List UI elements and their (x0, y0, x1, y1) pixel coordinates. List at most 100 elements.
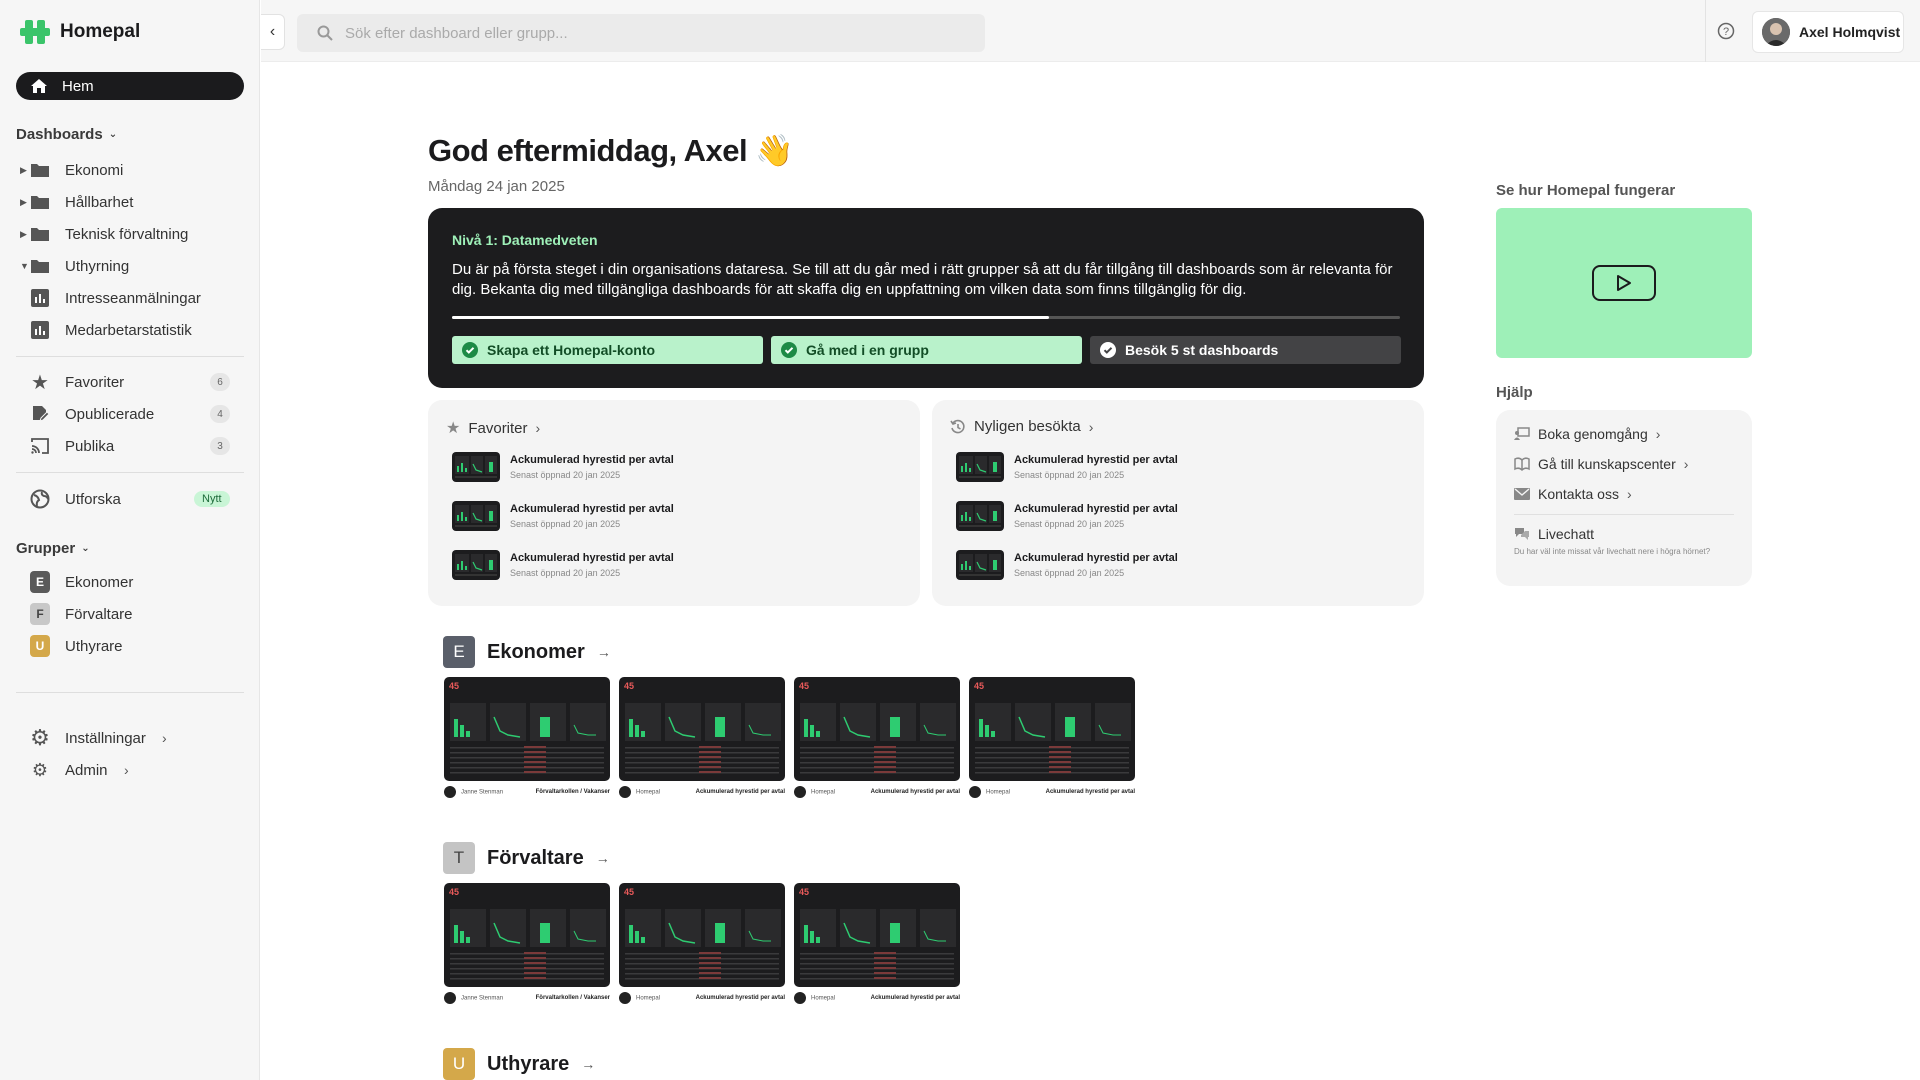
star-icon: ★ (31, 371, 49, 394)
caret-right-icon[interactable]: ▶ (20, 197, 27, 208)
step-create-account[interactable]: Skapa ett Homepal-konto (452, 336, 763, 364)
kpi-value: 45 (449, 887, 460, 897)
dashboard-card[interactable]: 45 Homepal Ackumulerad hyrestid per avtal (969, 677, 1135, 798)
dashboard-owner: Janne Stenman (444, 992, 503, 1004)
kpi-value: 45 (624, 887, 635, 897)
nav-home[interactable]: Hem (16, 72, 244, 100)
dashboard-card[interactable]: 45 Homepal Ackumulerad hyrestid per avtal (794, 677, 960, 798)
list-item[interactable]: Ackumulerad hyrestid per avtal Senast öpp… (452, 452, 674, 482)
link-kontakta-oss[interactable]: Kontakta oss › (1514, 486, 1632, 502)
app-name: Homepal (60, 21, 141, 42)
nav-favoriter-label: Favoriter (65, 373, 125, 391)
dashboard-card[interactable]: 45 Janne Stenman Förvaltarkollen / Vakans… (444, 677, 610, 798)
homepal-logo-icon (20, 20, 50, 44)
chat-icon (1515, 528, 1529, 540)
group-ekonomer[interactable]: E Ekonomer (0, 568, 260, 596)
dashboard-owner: Homepal (794, 786, 835, 798)
step-join-group[interactable]: Gå med i en grupp (771, 336, 1082, 364)
list-item[interactable]: Ackumulerad hyrestid per avtal Senast öpp… (956, 501, 1178, 531)
count-badge: 4 (210, 405, 230, 423)
dashboard-medarbetarstatistik[interactable]: Medarbetarstatistik (0, 316, 260, 344)
folder-icon (30, 256, 50, 276)
dashboard-thumbnail: 45 (619, 677, 785, 781)
link-kunskapscenter[interactable]: Gå till kunskapscenter › (1514, 456, 1688, 472)
dashboard-title: Ackumulerad hyrestid per avtal (695, 789, 785, 795)
dashboards-section-toggle[interactable]: Dashboards ⌄ (16, 126, 117, 143)
sidebar: Homepal Hem Dashboards ⌄ ▶ Ekonomi ▶ Hål… (0, 0, 260, 1080)
folder-ekonomi[interactable]: ▶ Ekonomi (0, 156, 260, 184)
video-section-label: Se hur Homepal fungerar (1496, 182, 1676, 199)
help-link-label: Gå till kunskapscenter (1538, 456, 1676, 472)
search-bar[interactable] (297, 14, 985, 52)
item-subtitle: Senast öppnad 20 jan 2025 (510, 519, 621, 529)
page-title: God eftermiddag, Axel 👋 (428, 133, 794, 168)
nav-utforska[interactable]: Utforska Nytt (0, 485, 260, 513)
group-avatar: T (443, 842, 475, 874)
book-icon (1514, 457, 1530, 471)
arrow-right-icon: → (595, 850, 610, 866)
dashboard-card[interactable]: 45 Janne Stenman Förvaltarkollen / Vakans… (444, 883, 610, 1004)
intro-video[interactable] (1496, 208, 1752, 358)
chevron-down-icon: ⌄ (108, 129, 118, 140)
chevron-right-icon: › (162, 730, 167, 746)
dashboard-thumbnail (452, 550, 500, 580)
dashboard-preview (800, 909, 956, 980)
folder-hallbarhet[interactable]: ▶ Hållbarhet (0, 188, 260, 216)
folder-icon (30, 224, 50, 244)
dashboard-owner: Homepal (794, 992, 835, 1004)
group-title: Förvaltare (487, 846, 584, 869)
dashboard-thumbnail: 45 (444, 677, 610, 781)
avatar (1762, 18, 1790, 46)
level-card: Nivå 1: Datamedveten Du är på första ste… (428, 208, 1424, 388)
link-boka-genomgang[interactable]: Boka genomgång › (1514, 426, 1660, 442)
step-visit-dashboards[interactable]: Besök 5 st dashboards (1090, 336, 1401, 364)
recent-title: Nyligen besökta (974, 418, 1081, 435)
dashboard-card[interactable]: 45 Homepal Ackumulerad hyrestid per avtal (619, 883, 785, 1004)
help-button[interactable]: ? (1711, 16, 1741, 46)
nav-admin[interactable]: ⚙ Admin › (0, 756, 260, 784)
group-section-forvaltare[interactable]: T Förvaltare → (443, 842, 610, 874)
owner-name: Homepal (636, 995, 661, 1002)
collapse-sidebar-button[interactable]: ‹ (261, 14, 285, 50)
group-uthyrare[interactable]: U Uthyrare (0, 632, 260, 660)
group-section-uthyrare[interactable]: U Uthyrare → (443, 1048, 595, 1080)
folder-teknisk-forvaltning[interactable]: ▶ Teknisk förvaltning (0, 220, 260, 248)
chevron-down-icon: ⌄ (81, 543, 90, 554)
dashboard-preview (625, 703, 781, 774)
groups-section-label: Grupper (16, 540, 76, 557)
caret-right-icon[interactable]: ▶ (20, 165, 27, 176)
search-input[interactable] (345, 24, 945, 42)
livechat-link[interactable]: Livechatt (1514, 526, 1594, 542)
recent-header[interactable]: Nyligen besökta › (950, 418, 1093, 435)
nav-installningar[interactable]: ⚙ Inställningar › (0, 724, 260, 752)
user-menu[interactable]: Axel Holmqvist (1752, 11, 1904, 53)
dashboard-thumbnail: 45 (619, 883, 785, 987)
nav-favoriter[interactable]: ★ Favoriter 6 (0, 368, 260, 396)
list-item[interactable]: Ackumulerad hyrestid per avtal Senast öpp… (956, 550, 1178, 580)
folder-uthyrning[interactable]: ▼ Uthyrning (0, 252, 260, 280)
caret-down-icon[interactable]: ▼ (20, 261, 29, 271)
list-item[interactable]: Ackumulerad hyrestid per avtal Senast öpp… (956, 452, 1178, 482)
favorites-header[interactable]: ★ Favoriter › (446, 418, 540, 438)
play-button[interactable] (1592, 265, 1656, 301)
nav-opublicerade[interactable]: Opublicerade 4 (0, 400, 260, 428)
groups-section-toggle[interactable]: Grupper ⌄ (16, 540, 90, 557)
dashboard-title: Ackumulerad hyrestid per avtal (1045, 789, 1135, 795)
count-badge: 6 (210, 373, 230, 391)
list-item[interactable]: Ackumulerad hyrestid per avtal Senast öpp… (452, 501, 674, 531)
list-item[interactable]: Ackumulerad hyrestid per avtal Senast öpp… (452, 550, 674, 580)
gears-icon: ⚙ (31, 759, 49, 780)
dashboard-title: Ackumulerad hyrestid per avtal (870, 995, 960, 1001)
chevron-right-icon: › (1655, 426, 1661, 442)
item-subtitle: Senast öppnad 20 jan 2025 (510, 568, 621, 578)
group-forvaltare[interactable]: F Förvaltare (0, 600, 260, 628)
caret-right-icon[interactable]: ▶ (20, 229, 27, 240)
group-section-ekonomer[interactable]: E Ekonomer → (443, 636, 611, 668)
dashboard-intresseanmalningar[interactable]: Intresseanmälningar (0, 284, 260, 312)
dashboard-card[interactable]: 45 Homepal Ackumulerad hyrestid per avtal (619, 677, 785, 798)
dashboard-card[interactable]: 45 Homepal Ackumulerad hyrestid per avtal (794, 883, 960, 1004)
group-title: Ekonomer (487, 640, 585, 663)
folder-icon (30, 160, 50, 180)
nav-publika[interactable]: Publika 3 (0, 432, 260, 460)
app-logo[interactable]: Homepal (20, 20, 140, 44)
